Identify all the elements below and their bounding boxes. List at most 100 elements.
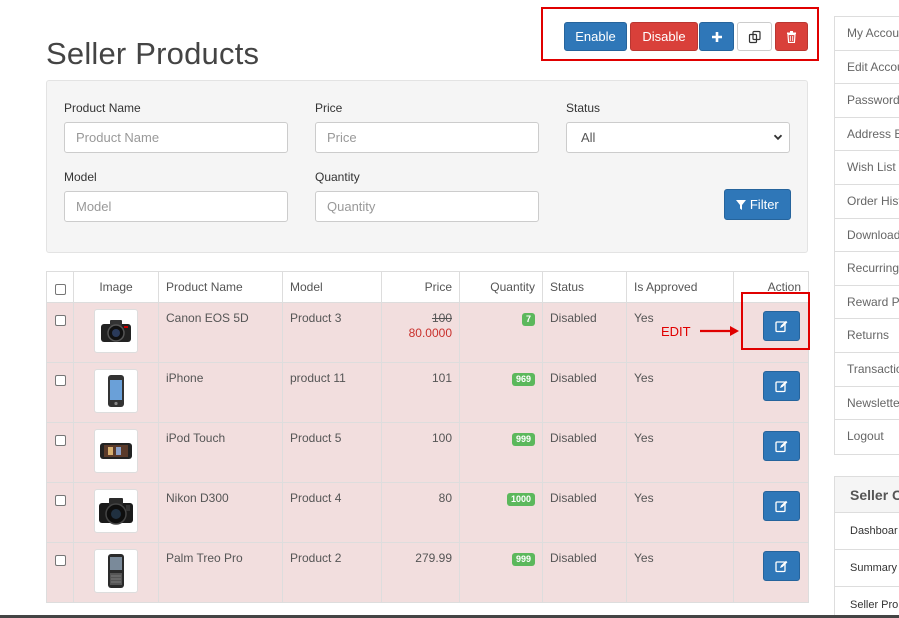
row-checkbox[interactable] bbox=[55, 315, 66, 326]
header-price[interactable]: Price bbox=[381, 271, 460, 303]
model-cell: product 11 bbox=[282, 362, 382, 423]
sidebar-item-downloads[interactable]: Download bbox=[835, 219, 899, 253]
filter-button[interactable]: Filter bbox=[724, 189, 791, 220]
product-name-cell: iPod Touch bbox=[158, 422, 283, 483]
row-select-cell bbox=[46, 482, 74, 543]
edit-button[interactable] bbox=[763, 491, 800, 521]
quantity-input[interactable] bbox=[315, 191, 539, 222]
product-name-label: Product Name bbox=[64, 101, 141, 115]
edit-annotation-label: EDIT bbox=[661, 324, 691, 339]
sidebar-item-order-history[interactable]: Order Hist bbox=[835, 185, 899, 219]
status-cell: Disabled bbox=[542, 362, 627, 423]
status-select-value: All bbox=[581, 130, 596, 145]
sidebar-item-seller-profile[interactable]: Seller Pro bbox=[835, 587, 899, 618]
model-cell: Product 2 bbox=[282, 542, 382, 603]
enable-button[interactable]: Enable bbox=[564, 22, 627, 51]
row-select-cell bbox=[46, 542, 74, 603]
model-cell: Product 4 bbox=[282, 482, 382, 543]
row-checkbox[interactable] bbox=[55, 555, 66, 566]
disable-button[interactable]: Disable bbox=[630, 22, 698, 51]
delete-button[interactable] bbox=[775, 22, 808, 51]
quantity-label: Quantity bbox=[315, 170, 360, 184]
price-cell: 100 80.0000 bbox=[381, 302, 460, 363]
quantity-cell: 7 bbox=[459, 302, 543, 363]
sidebar-item-newsletter[interactable]: Newsletter bbox=[835, 387, 899, 421]
sidebar-item-logout[interactable]: Logout bbox=[835, 420, 899, 454]
status-select[interactable]: All bbox=[566, 122, 790, 153]
price-input[interactable] bbox=[315, 122, 539, 153]
table-row: Canon EOS 5D Product 3 100 80.0000 7 Dis… bbox=[46, 302, 809, 363]
row-checkbox[interactable] bbox=[55, 495, 66, 506]
status-label: Status bbox=[566, 101, 601, 115]
sidebar-item-returns[interactable]: Returns bbox=[835, 319, 899, 353]
price-cell: 80 bbox=[381, 482, 460, 543]
quantity-cell: 999 bbox=[459, 422, 543, 483]
camera-icon bbox=[101, 320, 131, 342]
sidebar-item-dashboard[interactable]: Dashboar bbox=[835, 513, 899, 550]
header-is-approved[interactable]: Is Approved bbox=[626, 271, 734, 303]
header-image[interactable]: Image bbox=[73, 271, 159, 303]
sidebar-item-summary[interactable]: Summary bbox=[835, 550, 899, 587]
price-label: Price bbox=[315, 101, 343, 115]
image-cell bbox=[73, 482, 159, 543]
header-model[interactable]: Model bbox=[282, 271, 382, 303]
row-select-cell bbox=[46, 422, 74, 483]
approved-cell: Yes bbox=[626, 422, 734, 483]
add-button[interactable] bbox=[699, 22, 734, 51]
select-all-checkbox[interactable] bbox=[55, 284, 66, 295]
filter-icon bbox=[736, 200, 747, 210]
edit-button[interactable] bbox=[763, 371, 800, 401]
sidebar-item-address-book[interactable]: Address Bo bbox=[835, 118, 899, 152]
edit-button[interactable] bbox=[763, 431, 800, 461]
product-name-cell: Nikon D300 bbox=[158, 482, 283, 543]
copy-icon bbox=[748, 30, 761, 44]
quantity-cell: 969 bbox=[459, 362, 543, 423]
seller-sidebar: Seller C Dashboar Summary Seller Pro bbox=[834, 476, 899, 618]
trash-icon bbox=[787, 31, 796, 44]
filter-panel: Product Name Price Status All Model Quan… bbox=[46, 80, 808, 253]
header-product-name[interactable]: Product Name bbox=[158, 271, 283, 303]
copy-button[interactable] bbox=[737, 22, 772, 51]
model-input[interactable] bbox=[64, 191, 288, 222]
products-table: Image Product Name Model Price Quantity … bbox=[46, 271, 809, 603]
action-cell bbox=[733, 482, 809, 543]
product-name-cell: Canon EOS 5D bbox=[158, 302, 283, 363]
product-thumbnail-palm bbox=[94, 549, 138, 593]
table-row: iPod Touch Product 5 100 999 Disabled Ye… bbox=[46, 422, 809, 483]
original-price: 100 bbox=[431, 311, 452, 325]
quantity-badge: 969 bbox=[511, 373, 535, 386]
row-checkbox[interactable] bbox=[55, 435, 66, 446]
edit-highlight-box bbox=[741, 292, 810, 350]
arrow-right-icon bbox=[700, 326, 739, 336]
quantity-cell: 999 bbox=[459, 542, 543, 603]
phone-icon bbox=[108, 375, 124, 407]
product-name-input[interactable] bbox=[64, 122, 288, 153]
status-cell: Disabled bbox=[542, 302, 627, 363]
table-row: Palm Treo Pro Product 2 279.99 999 Disab… bbox=[46, 542, 809, 603]
quantity-cell: 1000 bbox=[459, 482, 543, 543]
status-cell: Disabled bbox=[542, 482, 627, 543]
product-thumbnail-ipod bbox=[94, 429, 138, 473]
product-name-cell: iPhone bbox=[158, 362, 283, 423]
sidebar-item-my-account[interactable]: My Accou bbox=[835, 17, 899, 51]
camera-icon bbox=[99, 498, 133, 525]
quantity-badge: 7 bbox=[521, 313, 535, 326]
row-select-cell bbox=[46, 362, 74, 423]
sidebar-item-reward-points[interactable]: Reward Po bbox=[835, 286, 899, 320]
sidebar-item-recurring[interactable]: Recurring bbox=[835, 252, 899, 286]
header-status[interactable]: Status bbox=[542, 271, 627, 303]
image-cell bbox=[73, 302, 159, 363]
sidebar-item-wish-list[interactable]: Wish List bbox=[835, 151, 899, 185]
quantity-badge: 1000 bbox=[506, 493, 535, 506]
media-player-icon bbox=[100, 443, 132, 459]
sidebar-item-password[interactable]: Password bbox=[835, 84, 899, 118]
sidebar-item-edit-account[interactable]: Edit Accou bbox=[835, 51, 899, 85]
edit-button[interactable] bbox=[763, 551, 800, 581]
model-label: Model bbox=[64, 170, 97, 184]
select-all-cell bbox=[46, 271, 74, 303]
sidebar-item-transactions[interactable]: Transactio bbox=[835, 353, 899, 387]
header-quantity[interactable]: Quantity bbox=[459, 271, 543, 303]
account-sidebar: My Accou Edit Accou Password Address Bo … bbox=[834, 16, 899, 455]
row-checkbox[interactable] bbox=[55, 375, 66, 386]
quantity-badge: 999 bbox=[511, 553, 535, 566]
